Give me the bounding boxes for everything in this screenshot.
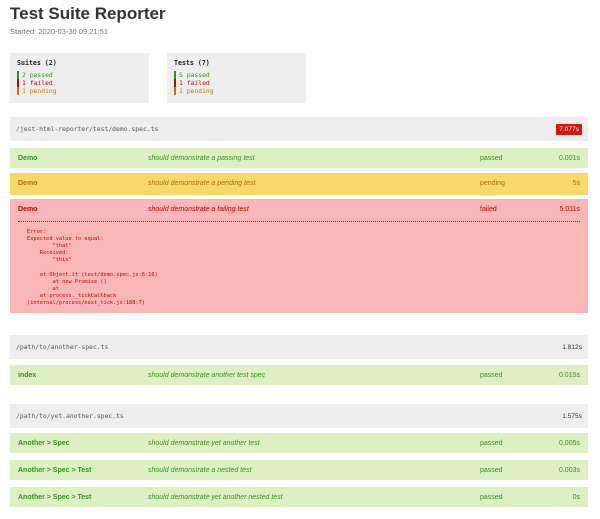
test-time: 5s bbox=[572, 180, 580, 187]
test-row[interactable]: index should demonstrate another test sp… bbox=[10, 363, 588, 385]
test-time: 0.015s bbox=[558, 372, 580, 379]
test-time: 0.001s bbox=[558, 155, 580, 162]
test-row[interactable]: Another > Spec should demonstrate yet an… bbox=[10, 431, 588, 453]
test-status: passed bbox=[480, 467, 503, 474]
test-title: Demo bbox=[18, 155, 38, 162]
test-status: passed bbox=[480, 155, 503, 162]
test-name: should demonstrate a failing test bbox=[148, 206, 249, 213]
suite-time-badge: 1.575s bbox=[562, 412, 582, 420]
test-time: 0.005s bbox=[558, 440, 580, 447]
test-status: pending bbox=[480, 180, 505, 187]
failure-divider bbox=[18, 221, 580, 222]
test-row[interactable]: Demo should demonstrate a passing test p… bbox=[10, 146, 588, 168]
test-status: failed bbox=[480, 206, 497, 213]
suite-header: /path/to/yet.another.spec.ts 1.575s bbox=[10, 404, 588, 428]
suites-pending-count: 1 pending bbox=[17, 87, 142, 95]
test-status: passed bbox=[480, 494, 503, 501]
test-title: Another > Spec bbox=[18, 440, 70, 447]
failure-detail: Error: Expected value to equal: "that" R… bbox=[10, 221, 588, 313]
test-status: passed bbox=[480, 372, 503, 379]
tests-pending-count: 1 pending bbox=[174, 87, 299, 95]
test-row[interactable]: Another > Spec > Test should demonstrate… bbox=[10, 458, 588, 480]
test-title: Another > Spec > Test bbox=[18, 467, 92, 474]
summary-row: Suites (2) 2 passed 1 failed 1 pending T… bbox=[10, 53, 590, 103]
test-name: should demonstrate yet another test bbox=[148, 440, 260, 447]
test-status: passed bbox=[480, 440, 503, 447]
test-time: 0s bbox=[572, 494, 580, 501]
page-title: Test Suite Reporter bbox=[10, 4, 166, 23]
suite-header: /path/to/another-spec.ts 1.812s bbox=[10, 335, 588, 359]
suite-time-badge: 1.812s bbox=[562, 343, 582, 351]
report-page: Test Suite Reporter Started: 2020-03-30 … bbox=[0, 0, 600, 103]
started-timestamp: Started: 2020-03-30 09:21:51 bbox=[10, 27, 108, 36]
suite-time-badge: 7.077s bbox=[556, 123, 582, 135]
suites-summary-title: Suites (2) bbox=[17, 59, 57, 67]
test-name: should demonstrate a nested test bbox=[148, 467, 252, 474]
tests-summary: Tests (7) 5 passed 1 failed 1 pending bbox=[167, 53, 306, 103]
test-title: Demo bbox=[18, 206, 38, 213]
test-title: Demo bbox=[18, 180, 38, 187]
suite-header: /jest-html-reporter/test/demo.spec.ts 7.… bbox=[10, 117, 588, 141]
suite-path: /path/to/yet.another.spec.ts bbox=[16, 412, 124, 420]
suite-path: /jest-html-reporter/test/demo.spec.ts bbox=[16, 125, 159, 133]
tests-failed-count: 1 failed bbox=[174, 79, 299, 87]
test-time: 0.003s bbox=[558, 467, 580, 474]
suites-passed-count: 2 passed bbox=[17, 71, 142, 79]
suites-failed-count: 1 failed bbox=[17, 79, 142, 87]
test-title: Another > Spec > Test bbox=[18, 494, 92, 501]
test-name: should demonstrate a pending test bbox=[148, 180, 256, 187]
test-name: should demonstrate a passing test bbox=[148, 155, 255, 162]
tests-passed-count: 5 passed bbox=[174, 71, 299, 79]
tests-summary-title: Tests (7) bbox=[174, 59, 210, 67]
test-title: index bbox=[18, 372, 37, 379]
test-row[interactable]: Demo should demonstrate a failing test f… bbox=[10, 199, 588, 221]
failure-message: Error: Expected value to equal: "that" R… bbox=[27, 229, 158, 306]
suite-path: /path/to/another-spec.ts bbox=[16, 343, 109, 351]
test-time: 5.011s bbox=[559, 206, 581, 213]
test-row[interactable]: Demo should demonstrate a pending test p… bbox=[10, 173, 588, 195]
test-name: should demonstrate another test spec bbox=[148, 372, 266, 379]
test-name: should demonstrate yet another nested te… bbox=[148, 494, 283, 501]
suites-summary: Suites (2) 2 passed 1 failed 1 pending bbox=[10, 53, 149, 103]
test-row[interactable]: Another > Spec > Test should demonstrate… bbox=[10, 485, 588, 507]
